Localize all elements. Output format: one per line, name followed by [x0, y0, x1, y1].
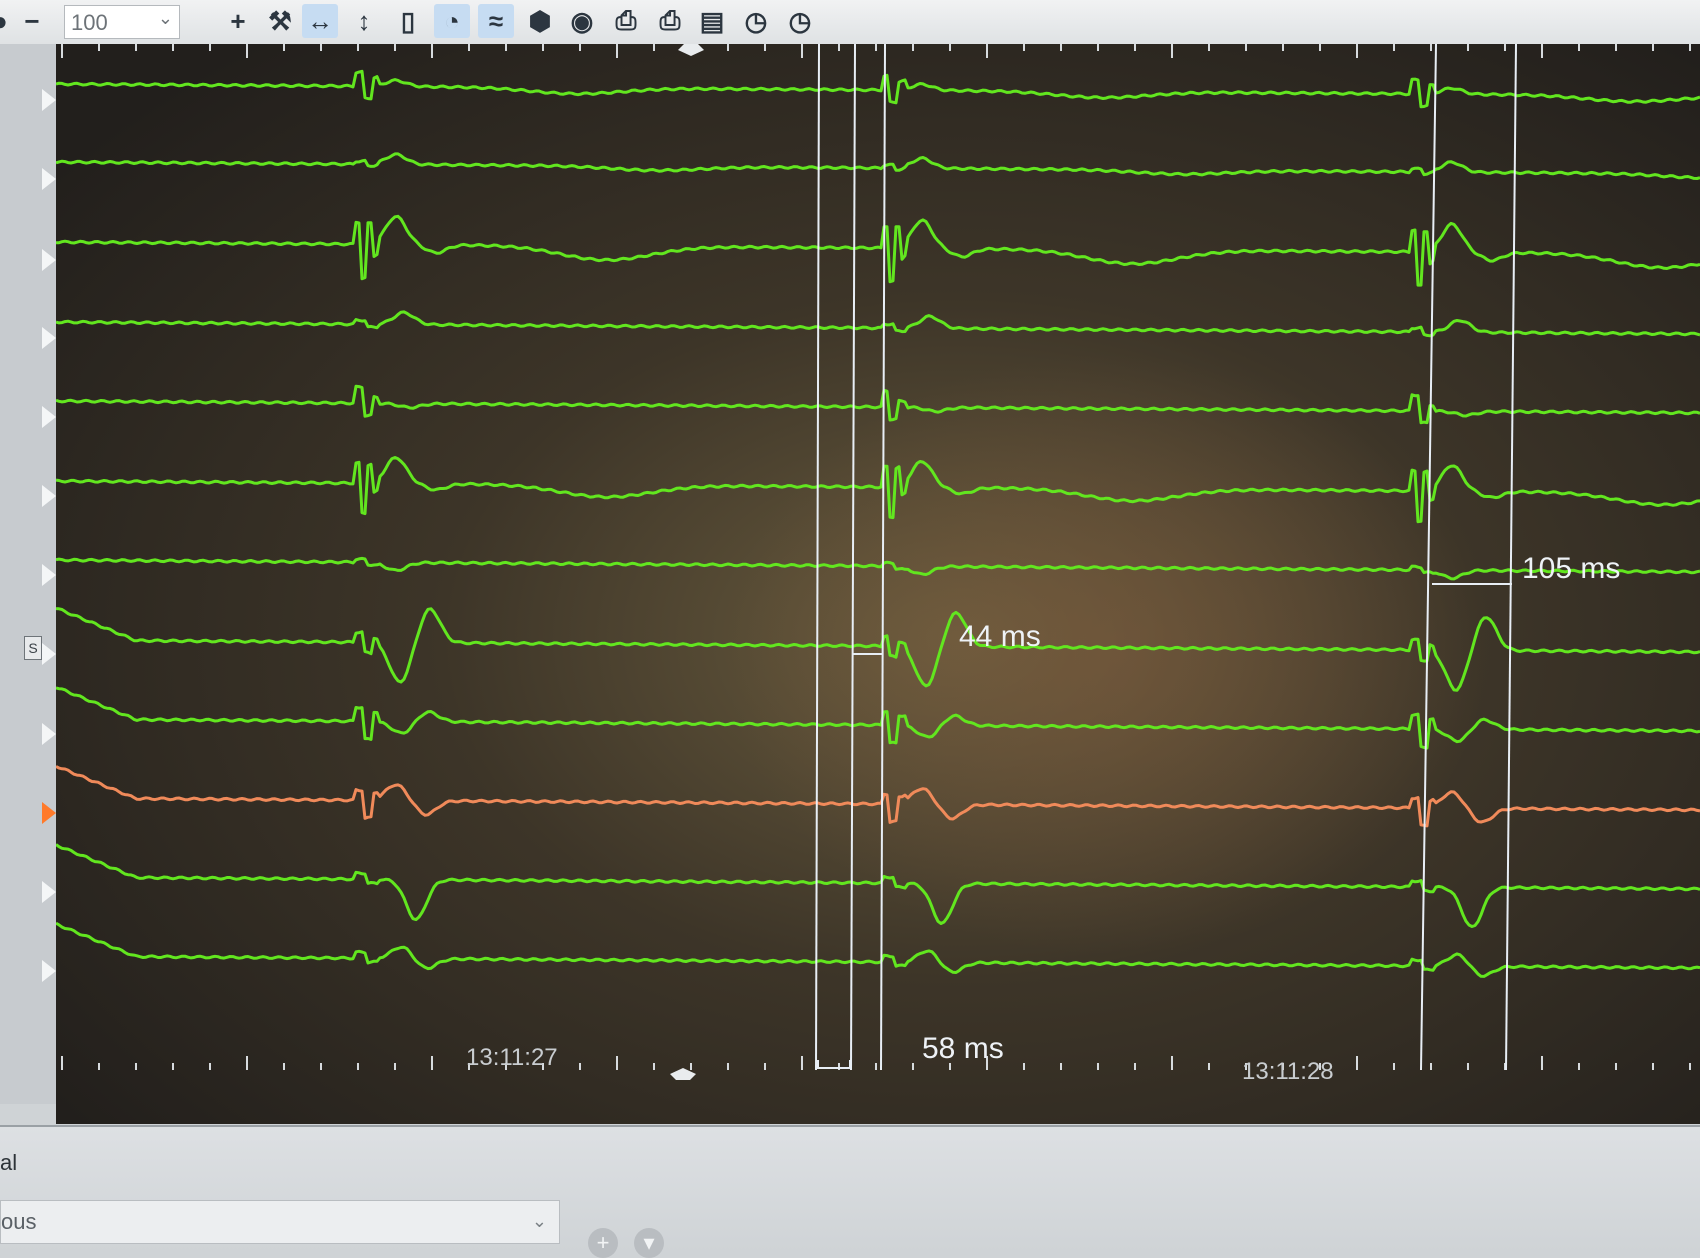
channel-gutter: S — [0, 44, 56, 1104]
channel-marker[interactable] — [42, 564, 56, 586]
print-icon[interactable]: ⎙ — [608, 4, 644, 38]
camera-icon[interactable]: ◉ — [564, 4, 600, 38]
delete-button[interactable]: ▾ — [634, 1228, 664, 1258]
add-button[interactable]: + — [588, 1228, 618, 1258]
fit-horizontal-icon[interactable]: ↔ — [302, 4, 338, 38]
history-icon[interactable]: ◷ — [738, 4, 774, 38]
channel-marker[interactable] — [42, 327, 56, 349]
measurement-label-44ms: 44 ms — [959, 620, 1041, 653]
print-preview-icon[interactable]: ⎙ — [652, 4, 688, 38]
chevron-down-icon[interactable]: ⌄ — [158, 8, 173, 29]
document-print-icon[interactable]: ▤ — [694, 4, 730, 38]
measurement-label-105ms: 105 ms — [1522, 552, 1620, 585]
plus-icon[interactable]: + — [220, 4, 256, 38]
plot-glow — [726, 354, 1486, 954]
plus-icon: + — [596, 1230, 610, 1255]
chevron-down-icon[interactable]: ⌄ — [532, 1211, 547, 1232]
channel-marker[interactable] — [42, 406, 56, 428]
measurement-label-58ms: 58 ms — [922, 1032, 1004, 1065]
clock-icon[interactable]: ◷ — [782, 4, 818, 38]
fit-vertical-icon[interactable]: ↕ — [346, 4, 382, 38]
selected-channel-badge[interactable]: S — [24, 636, 42, 660]
egm-plot[interactable]: 105 ms 44 ms 58 ms 13:11:27 13:11:28 — [56, 44, 1700, 1124]
channel-marker-selected[interactable] — [42, 802, 56, 824]
clipboard-icon[interactable]: ▯ — [390, 4, 426, 38]
mode-dropdown[interactable]: ous ⌄ — [0, 1200, 560, 1244]
time-label: 13:11:28 — [1242, 1058, 1334, 1085]
channel-marker[interactable] — [42, 168, 56, 190]
channel-marker[interactable] — [42, 960, 56, 982]
zoom-out-button[interactable]: − — [18, 4, 46, 38]
trash-icon: ▾ — [643, 1230, 655, 1255]
channel-marker[interactable] — [42, 723, 56, 745]
channel-marker[interactable] — [42, 249, 56, 271]
tools-icon[interactable]: ⚒ — [262, 4, 298, 38]
minus-icon: − — [24, 5, 40, 36]
panel-label: al — [0, 1150, 18, 1175]
time-label: 13:11:27 — [466, 1044, 558, 1071]
channel-marker[interactable] — [42, 485, 56, 507]
shield-icon[interactable]: ⬢ — [522, 4, 558, 38]
circle-icon[interactable]: ● — [0, 4, 10, 38]
mode-dropdown-value: ous — [1, 1209, 37, 1234]
channel-marker[interactable] — [42, 89, 56, 111]
caliper-icon[interactable]: ◔ — [434, 4, 470, 38]
toolbar: ● − 100 ⌄ +⚒↔↕▯◔≈⬢◉⎙⎙▤◷◷ — [0, 0, 1700, 45]
zoom-value: 100 — [71, 10, 108, 35]
waveform-icon[interactable]: ≈ — [478, 4, 514, 38]
channel-marker[interactable] — [42, 881, 56, 903]
channel-marker[interactable] — [42, 643, 56, 665]
zoom-select[interactable]: 100 ⌄ — [64, 5, 180, 39]
